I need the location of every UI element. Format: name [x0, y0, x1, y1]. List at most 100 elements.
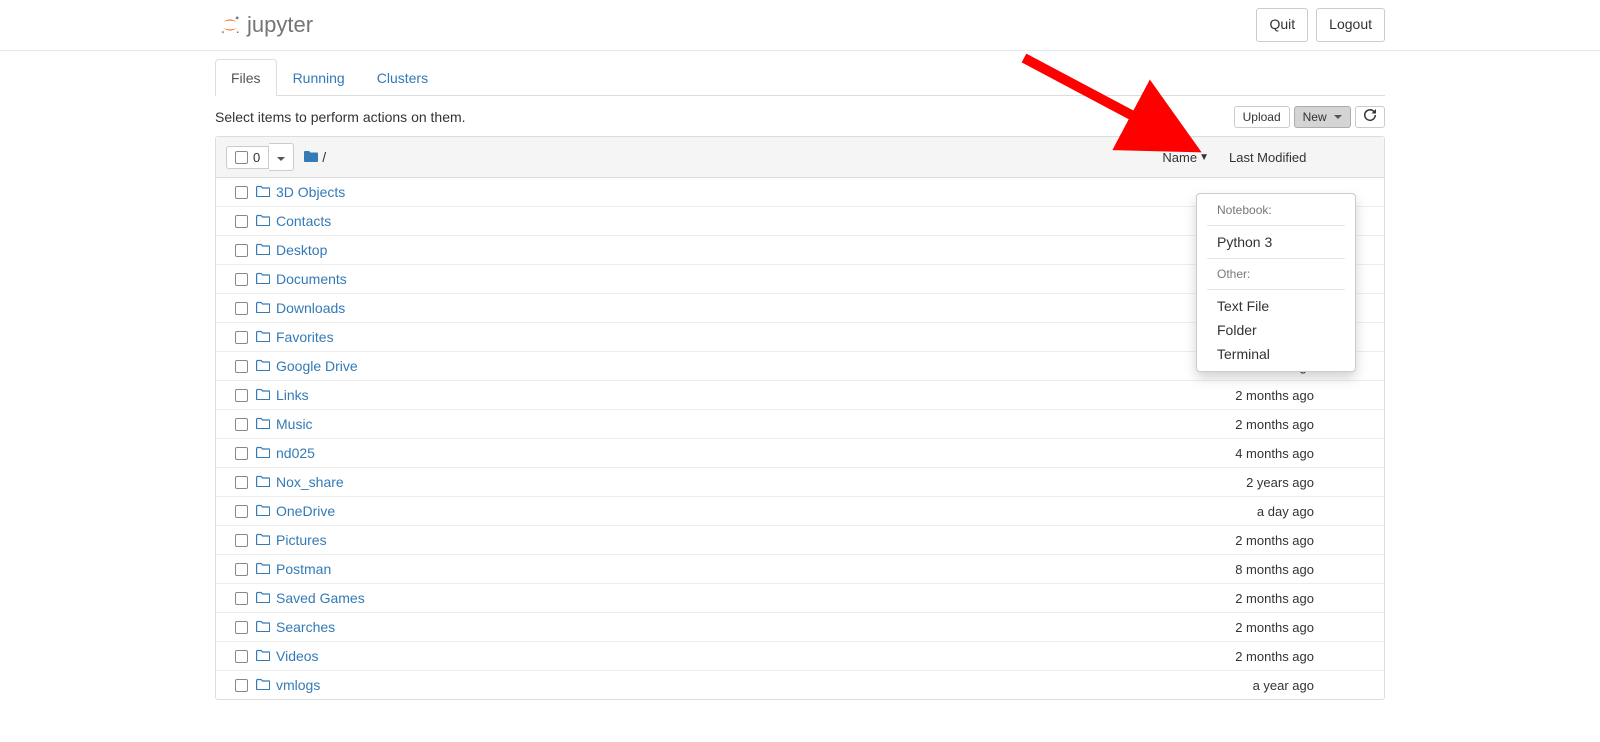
breadcrumb[interactable]: / [304, 149, 326, 165]
refresh-button[interactable] [1355, 106, 1385, 129]
item-modified: 8 months ago [1194, 562, 1314, 577]
item-name[interactable]: nd025 [276, 445, 1194, 461]
new-dropdown-button[interactable]: New [1294, 106, 1351, 129]
row-checkbox[interactable] [235, 534, 248, 547]
tab-files[interactable]: Files [215, 59, 277, 96]
sort-modified[interactable]: Last Modified [1229, 150, 1306, 165]
item-name[interactable]: Nox_share [276, 474, 1194, 490]
dropdown-divider [1207, 225, 1345, 226]
list-item: Videos2 months ago [216, 642, 1384, 671]
row-checkbox[interactable] [235, 215, 248, 228]
tab-clusters[interactable]: Clusters [361, 59, 444, 96]
folder-icon [256, 619, 276, 635]
item-modified: 2 months ago [1194, 591, 1314, 606]
row-checkbox[interactable] [235, 650, 248, 663]
jupyter-icon [219, 14, 241, 36]
row-checkbox[interactable] [235, 302, 248, 315]
item-name[interactable]: Videos [276, 648, 1194, 664]
list-item: Saved Games2 months ago [216, 584, 1384, 613]
item-name[interactable]: 3D Objects [276, 184, 1194, 200]
folder-icon [256, 242, 276, 258]
folder-icon [256, 416, 276, 432]
row-checkbox[interactable] [235, 563, 248, 576]
item-modified: a year ago [1194, 678, 1314, 693]
select-all-checkbox[interactable] [235, 151, 248, 164]
selected-count: 0 [253, 150, 260, 165]
item-name[interactable]: Contacts [276, 213, 1194, 229]
list-header: 0 / Name ▼ Last Modified [216, 137, 1384, 178]
folder-icon [256, 387, 276, 403]
row-checkbox[interactable] [235, 621, 248, 634]
folder-icon [256, 561, 276, 577]
list-item: Links2 months ago [216, 381, 1384, 410]
tabs: FilesRunningClusters [215, 59, 1385, 96]
dropdown-divider [1207, 258, 1345, 259]
item-name[interactable]: Google Drive [276, 358, 1194, 374]
folder-icon [256, 358, 276, 374]
breadcrumb-root: / [322, 149, 326, 165]
folder-icon [256, 445, 276, 461]
item-name[interactable]: Desktop [276, 242, 1194, 258]
row-checkbox[interactable] [235, 505, 248, 518]
item-name[interactable]: OneDrive [276, 503, 1194, 519]
hint-text: Select items to perform actions on them. [215, 109, 466, 125]
folder-icon [256, 184, 276, 200]
list-item: Music2 months ago [216, 410, 1384, 439]
dropdown-divider [1207, 289, 1345, 290]
item-name[interactable]: Favorites [276, 329, 1194, 345]
sort-arrow-icon: ▼ [1199, 152, 1209, 163]
row-checkbox[interactable] [235, 360, 248, 373]
dropdown-item-folder[interactable]: Folder [1197, 318, 1355, 342]
dropdown-item-python3[interactable]: Python 3 [1197, 230, 1355, 254]
caret-down-icon [277, 157, 285, 161]
item-modified: 2 months ago [1194, 649, 1314, 664]
main-container: FilesRunningClusters Select items to per… [215, 59, 1385, 701]
list-item: nd0254 months ago [216, 439, 1384, 468]
item-name[interactable]: Links [276, 387, 1194, 403]
folder-icon [256, 213, 276, 229]
logout-button[interactable]: Logout [1316, 8, 1385, 42]
folder-icon [304, 149, 318, 165]
item-modified: 2 months ago [1194, 620, 1314, 635]
row-checkbox[interactable] [235, 476, 248, 489]
header-bar: jupyter Quit Logout [0, 0, 1600, 51]
item-name[interactable]: Documents [276, 271, 1194, 287]
refresh-icon [1364, 110, 1376, 124]
list-item: Searches2 months ago [216, 613, 1384, 642]
sort-name[interactable]: Name ▼ [1162, 150, 1209, 165]
item-name[interactable]: Music [276, 416, 1194, 432]
tab-running[interactable]: Running [277, 59, 361, 96]
row-checkbox[interactable] [235, 331, 248, 344]
dropdown-header-other: Other: [1197, 263, 1355, 285]
upload-button[interactable]: Upload [1234, 106, 1290, 129]
item-name[interactable]: Searches [276, 619, 1194, 635]
jupyter-logo[interactable]: jupyter [215, 12, 313, 38]
dropdown-item-textfile[interactable]: Text File [1197, 294, 1355, 318]
list-item: OneDrivea day ago [216, 497, 1384, 526]
item-modified: 2 months ago [1194, 533, 1314, 548]
item-name[interactable]: Postman [276, 561, 1194, 577]
list-item: vmlogsa year ago [216, 671, 1384, 699]
row-checkbox[interactable] [235, 186, 248, 199]
item-name[interactable]: Downloads [276, 300, 1194, 316]
row-checkbox[interactable] [235, 244, 248, 257]
logo-text: jupyter [247, 12, 313, 38]
row-checkbox[interactable] [235, 389, 248, 402]
folder-icon [256, 532, 276, 548]
dropdown-header-notebook: Notebook: [1197, 199, 1355, 221]
item-name[interactable]: vmlogs [276, 677, 1194, 693]
item-name[interactable]: Pictures [276, 532, 1194, 548]
quit-button[interactable]: Quit [1256, 8, 1308, 42]
select-all-button[interactable]: 0 [226, 146, 269, 169]
new-dropdown-menu: Notebook: Python 3 Other: Text File Fold… [1196, 193, 1356, 372]
row-checkbox[interactable] [235, 273, 248, 286]
item-modified: 4 months ago [1194, 446, 1314, 461]
row-checkbox[interactable] [235, 592, 248, 605]
dropdown-item-terminal[interactable]: Terminal [1197, 342, 1355, 366]
select-menu-button[interactable] [269, 143, 294, 171]
row-checkbox[interactable] [235, 418, 248, 431]
row-checkbox[interactable] [235, 679, 248, 692]
row-checkbox[interactable] [235, 447, 248, 460]
item-modified: a day ago [1194, 504, 1314, 519]
item-name[interactable]: Saved Games [276, 590, 1194, 606]
